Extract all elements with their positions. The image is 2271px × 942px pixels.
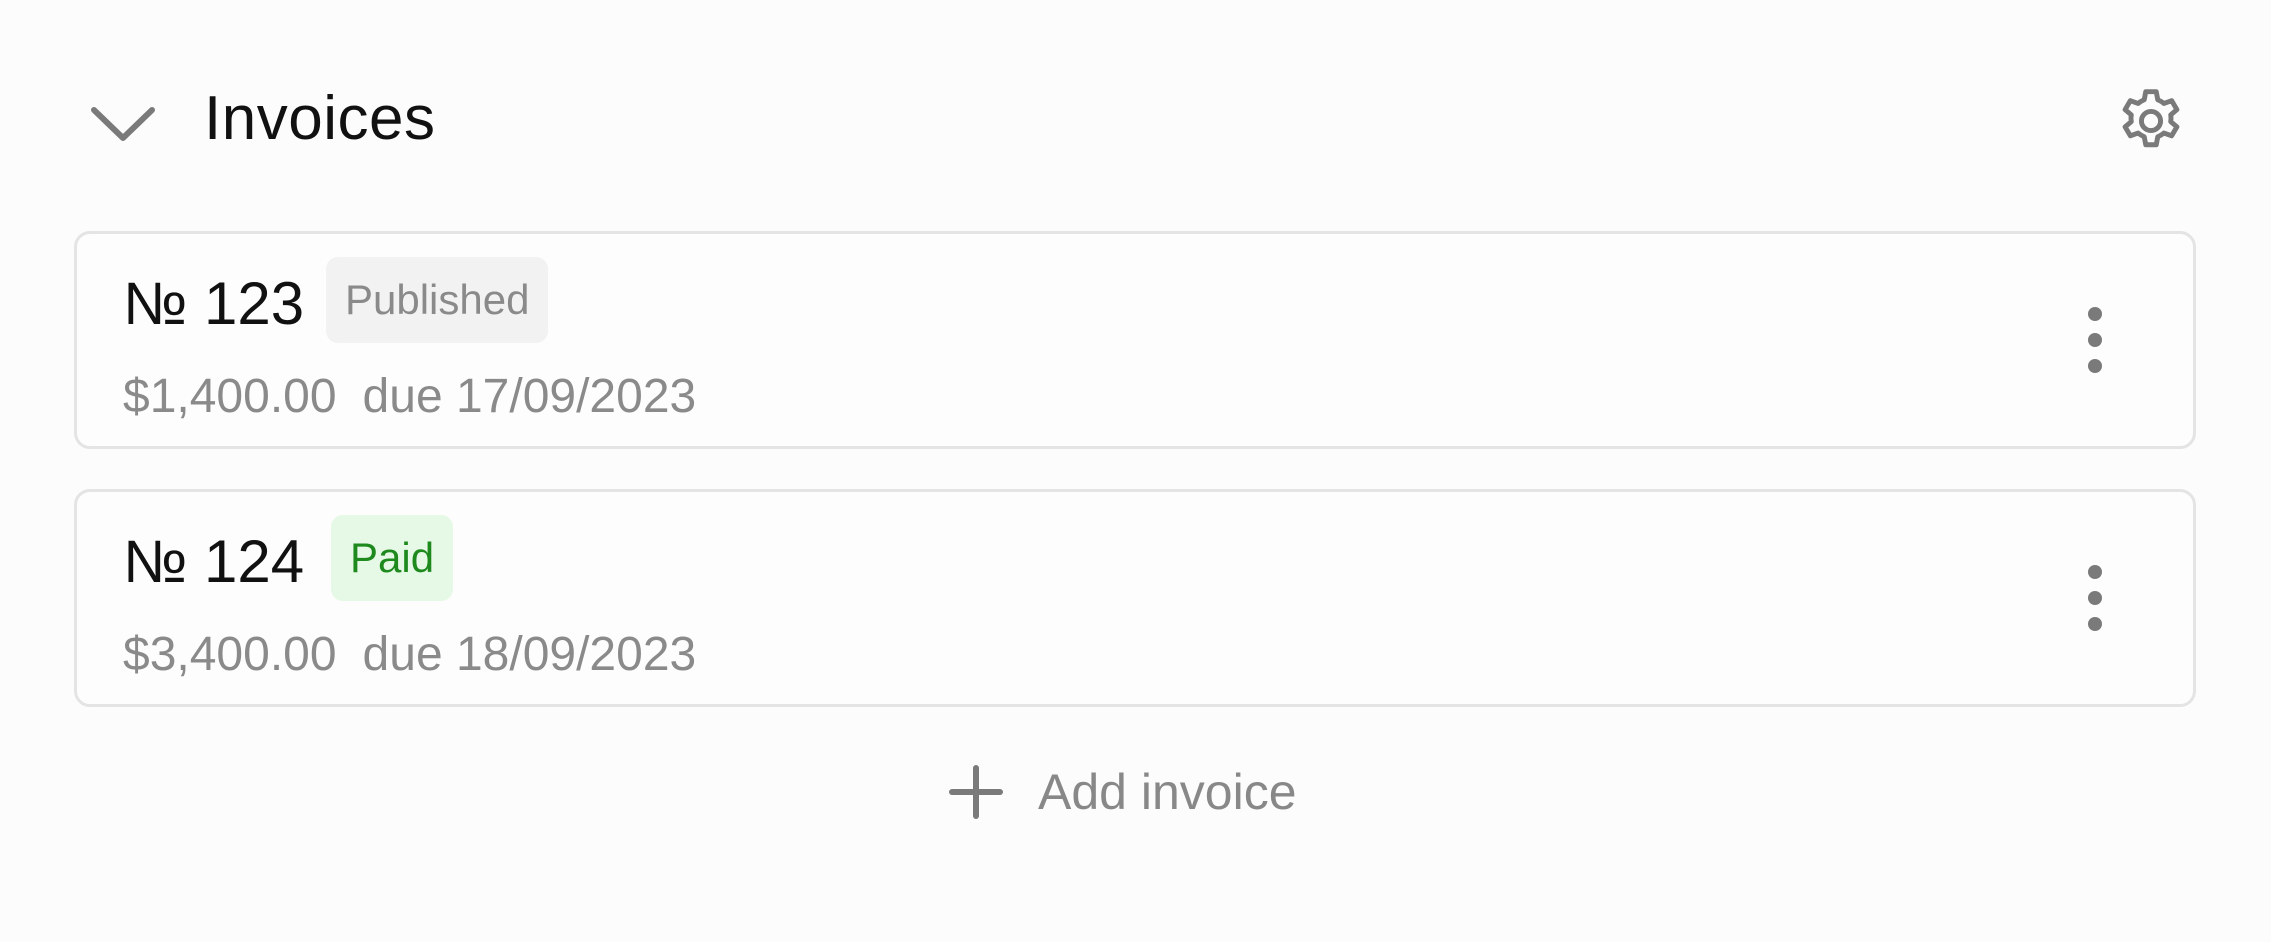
more-vertical-icon[interactable] bbox=[2077, 302, 2113, 382]
invoice-due-date: due 18/09/2023 bbox=[362, 628, 697, 681]
plus-icon bbox=[949, 765, 1003, 819]
chevron-down-icon[interactable] bbox=[88, 92, 158, 148]
invoices-header: Invoices bbox=[0, 0, 2271, 240]
invoice-card[interactable]: № 124 Paid $3,400.00 due 18/09/2023 bbox=[74, 489, 2196, 707]
invoice-details: $1,400.00 due 17/09/2023 bbox=[123, 366, 696, 428]
invoice-number: № 124 bbox=[123, 528, 305, 595]
more-vertical-icon[interactable] bbox=[2077, 560, 2113, 640]
add-invoice-label: Add invoice bbox=[1038, 764, 1297, 820]
invoices-panel: Invoices № 123 Published $1,400.00 due 17… bbox=[0, 0, 2271, 942]
invoice-details: $3,400.00 due 18/09/2023 bbox=[123, 624, 696, 686]
invoice-number: № 123 bbox=[123, 270, 305, 337]
status-badge: Paid bbox=[331, 515, 454, 601]
invoice-amount: $3,400.00 bbox=[123, 628, 337, 681]
gear-icon[interactable] bbox=[2114, 84, 2188, 158]
invoice-card[interactable]: № 123 Published $1,400.00 due 17/09/2023 bbox=[74, 231, 2196, 449]
add-invoice-button[interactable]: Add invoice bbox=[946, 752, 1297, 832]
invoice-amount: $1,400.00 bbox=[123, 370, 337, 423]
page-title: Invoices bbox=[204, 84, 436, 153]
invoice-due-date: due 17/09/2023 bbox=[362, 370, 697, 423]
status-badge: Published bbox=[326, 257, 549, 343]
